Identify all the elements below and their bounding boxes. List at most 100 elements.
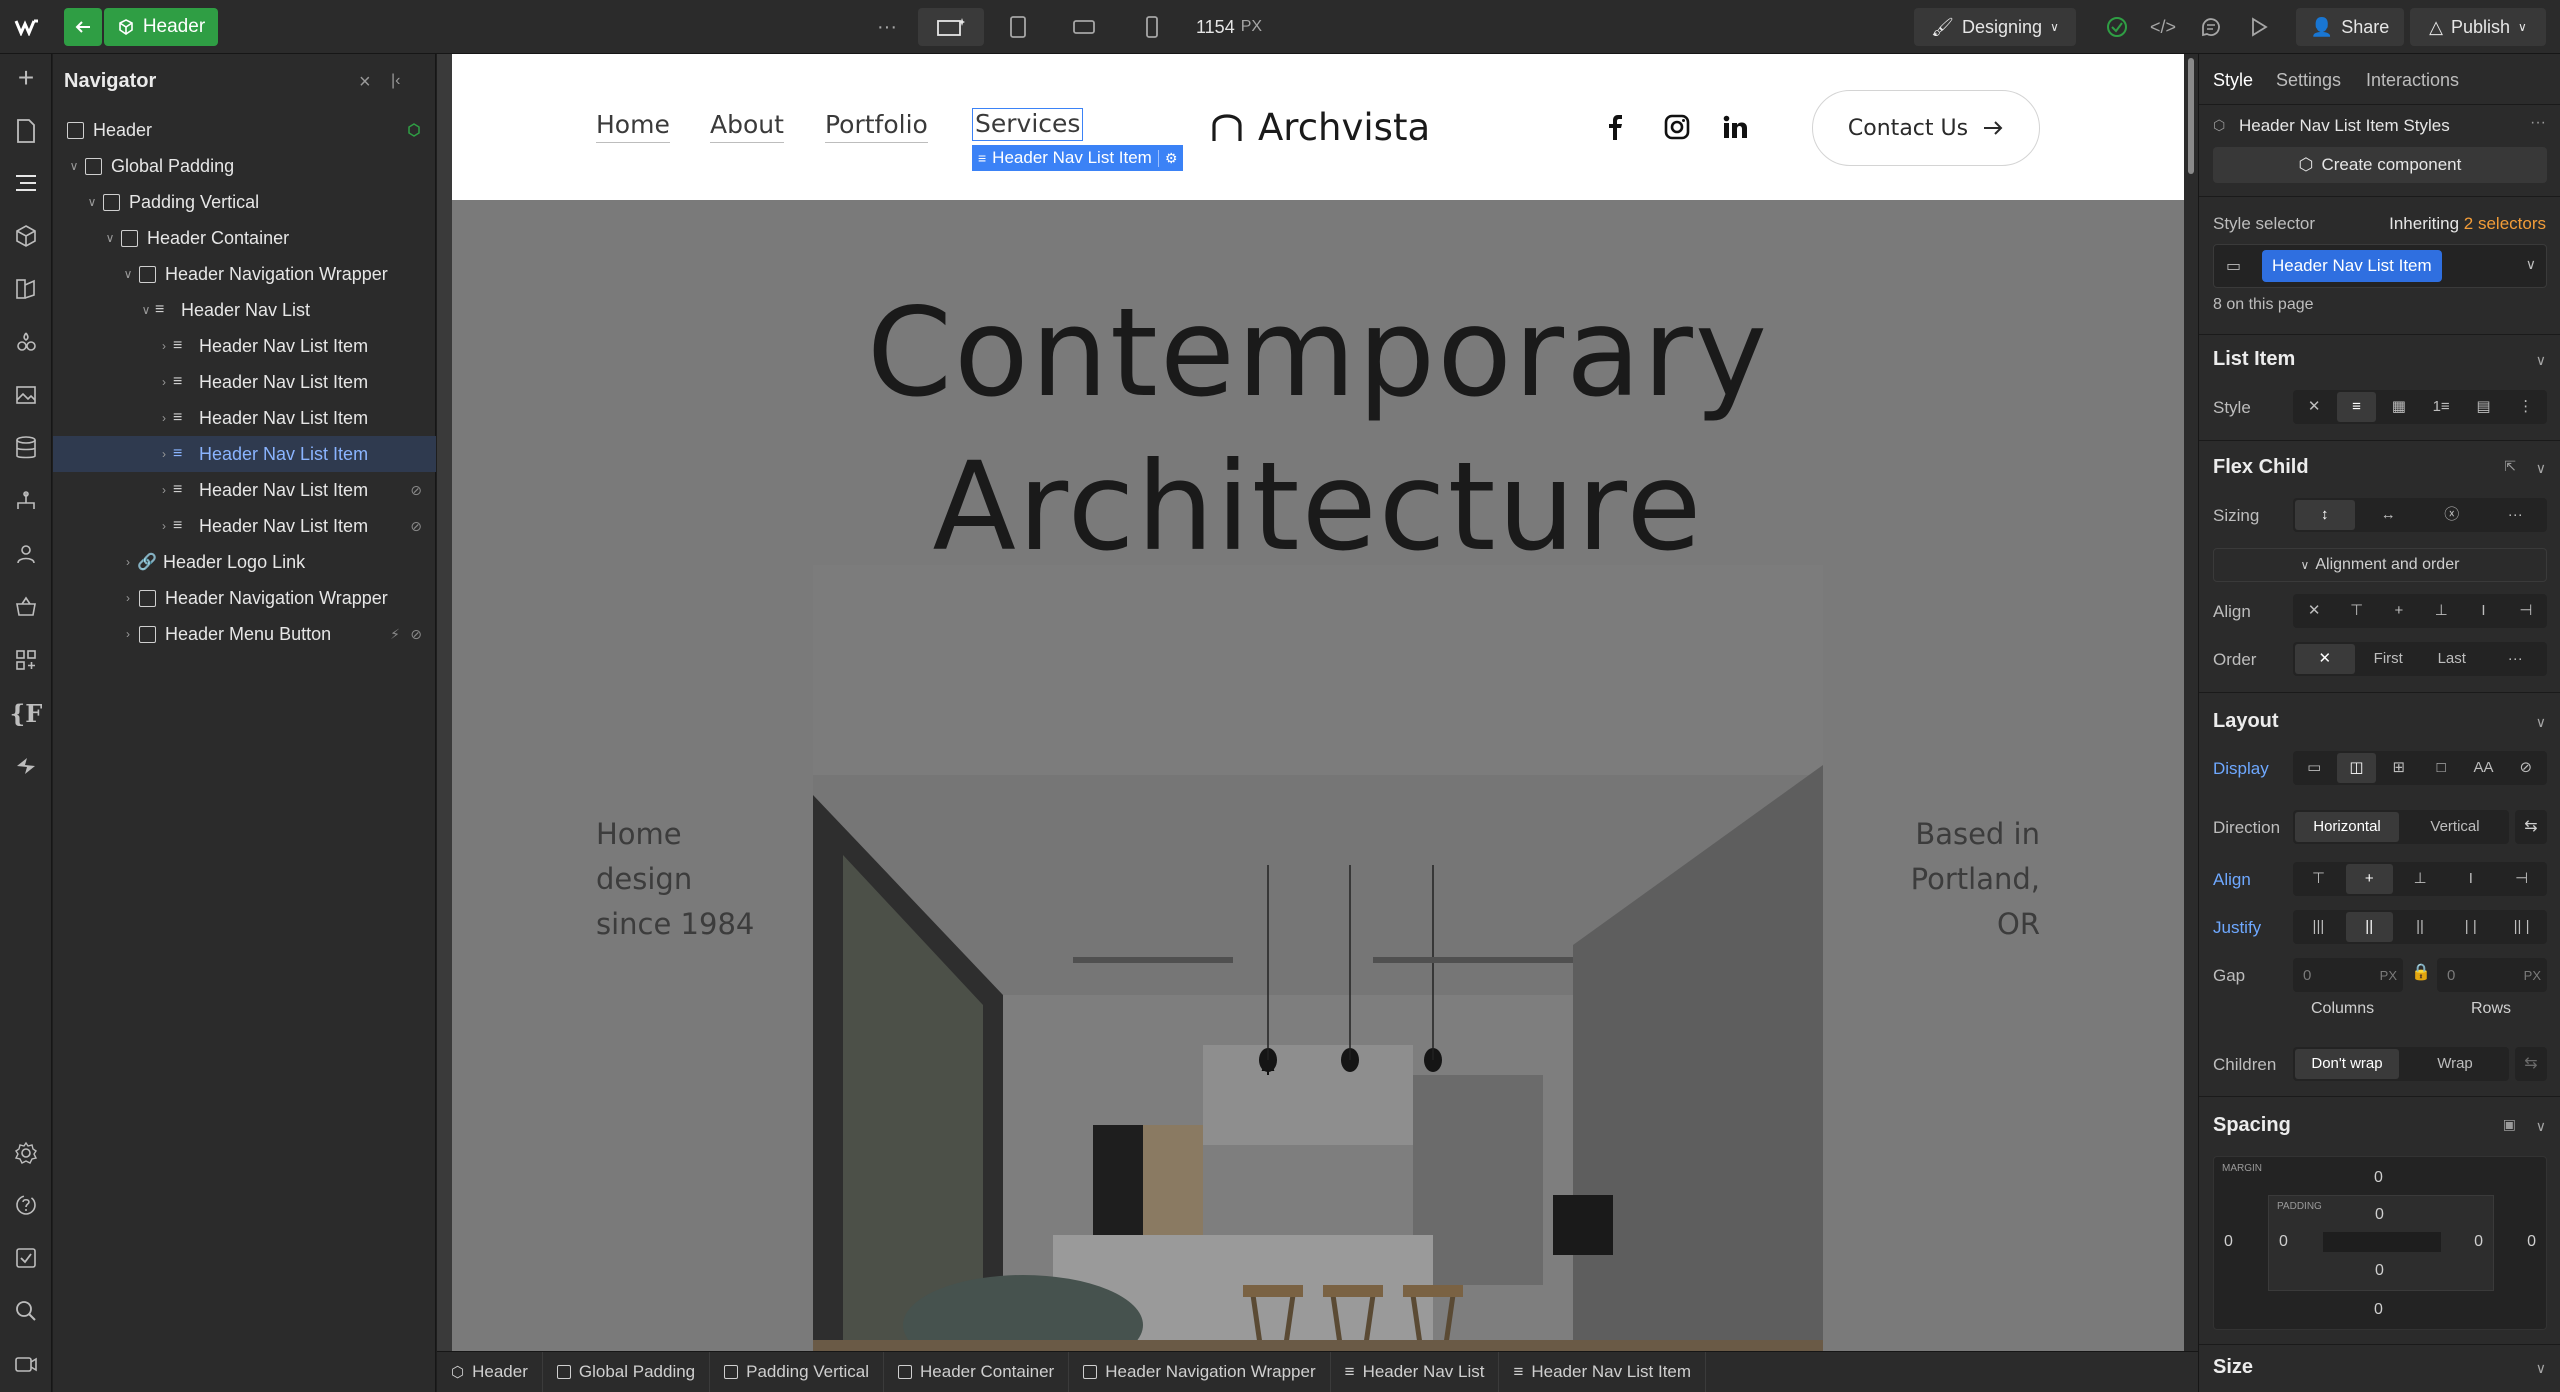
flex-child-align-segmented[interactable]: ✕ ⊤ + ⊥ I ⊣	[2293, 594, 2547, 628]
justify-start-icon[interactable]: |||	[2295, 912, 2342, 942]
wrap-segmented[interactable]: Don't wrap Wrap	[2293, 1047, 2509, 1081]
breadcrumb-item[interactable]: Header Container	[884, 1351, 1070, 1392]
align-top-icon[interactable]: ⊤	[2295, 864, 2342, 894]
align-stretch-icon[interactable]: I	[2447, 864, 2494, 894]
chevron-down-icon[interactable]: ∨	[2536, 460, 2546, 477]
chevron-down-icon[interactable]: ∨	[2536, 1360, 2546, 1377]
chevron-down-icon[interactable]: ∨	[2526, 256, 2536, 273]
settings-icon[interactable]	[12, 1139, 40, 1167]
align-stretch-icon[interactable]: I	[2464, 596, 2502, 626]
chevron-right-icon[interactable]: ›	[121, 627, 135, 641]
spacing-box-model[interactable]: MARGIN 0 0 0 0 PADDING 0 0 0 0	[2213, 1156, 2547, 1330]
webflow-logo-icon[interactable]	[10, 8, 46, 46]
order-none-icon[interactable]: ✕	[2295, 644, 2355, 674]
direction-horizontal[interactable]: Horizontal	[2295, 812, 2399, 842]
styles-icon[interactable]	[12, 328, 40, 356]
help-icon[interactable]	[12, 1191, 40, 1219]
audit-checkbox-icon[interactable]	[12, 1244, 40, 1272]
mobile-landscape-button[interactable]	[1066, 8, 1102, 46]
list-style-disc-icon[interactable]: ≡	[2337, 392, 2376, 422]
tree-row-padding-vertical[interactable]: ∨ Padding Vertical	[53, 184, 436, 220]
align-start-icon[interactable]: ⊤	[2337, 596, 2375, 626]
list-style-alpha-icon[interactable]: ▤	[2464, 392, 2502, 422]
tree-row-header-container[interactable]: ∨ Header Container	[53, 220, 436, 256]
chevron-right-icon[interactable]: ›	[121, 591, 135, 605]
contact-us-button[interactable]: Contact Us	[1812, 90, 2040, 166]
gap-rows-input[interactable]: 0 PX	[2437, 958, 2547, 992]
tree-row-nav-list-item[interactable]: › ≡ Header Nav List Item	[53, 328, 436, 364]
selector-chip[interactable]: Header Nav List Item	[2262, 250, 2442, 282]
justify-end-icon[interactable]: ||	[2397, 912, 2444, 942]
display-flex-icon[interactable]: ◫	[2337, 753, 2376, 783]
close-icon[interactable]: ×	[359, 71, 371, 94]
hero-left-text[interactable]: Home design since 1984	[596, 812, 754, 947]
margin-bottom-value[interactable]: 0	[2374, 1301, 2383, 1319]
list-style-none-icon[interactable]: ✕	[2295, 392, 2333, 422]
wrap[interactable]: Wrap	[2403, 1049, 2507, 1079]
more-icon[interactable]: ···	[2530, 114, 2546, 132]
shrink-icon[interactable]: ↕	[2295, 500, 2355, 530]
align-end-icon[interactable]: ⊥	[2422, 596, 2460, 626]
chevron-down-icon[interactable]: ∨	[67, 159, 81, 173]
mode-dropdown[interactable]: 🖌 Designing ∨	[1914, 8, 2076, 46]
chevron-down-icon[interactable]: ∨	[121, 267, 135, 281]
padding-top-value[interactable]: 0	[2375, 1206, 2384, 1224]
share-button[interactable]: 👤 Share	[2296, 8, 2404, 46]
components-icon[interactable]	[12, 222, 40, 250]
margin-top-value[interactable]: 0	[2374, 1169, 2383, 1187]
chevron-down-icon[interactable]: ∨	[2536, 1118, 2546, 1135]
tab-settings[interactable]: Settings	[2276, 70, 2341, 91]
gear-icon[interactable]: ⚙	[1157, 149, 1177, 167]
reverse-direction-icon[interactable]: ⇆	[2515, 810, 2547, 844]
margin-left-value[interactable]: 0	[2224, 1233, 2233, 1251]
size-section-title[interactable]: Size	[2213, 1356, 2253, 1379]
direction-vertical[interactable]: Vertical	[2403, 812, 2507, 842]
inheriting-info[interactable]: Inheriting 2 selectors	[2389, 214, 2546, 234]
desktop-breakpoint-button[interactable]	[918, 8, 984, 46]
display-grid-icon[interactable]: ⊞	[2380, 753, 2418, 783]
publish-button[interactable]: △ Publish ∨	[2410, 8, 2546, 46]
padding-box[interactable]: PADDING 0 0 0 0	[2268, 1195, 2494, 1291]
assets-icon[interactable]	[12, 381, 40, 409]
tree-row-nav-list-item[interactable]: › ≡ Header Nav List Item ⊘	[53, 472, 436, 508]
nav-link-services-selected[interactable]: Services	[972, 108, 1084, 141]
navigator-icon[interactable]	[12, 169, 40, 197]
plugin-bolt-icon[interactable]	[12, 752, 40, 780]
chevron-right-icon[interactable]: ›	[157, 411, 171, 425]
cms-icon[interactable]	[12, 434, 40, 462]
more-icon[interactable]: ···	[2486, 500, 2546, 530]
tab-style[interactable]: Style	[2213, 70, 2253, 91]
variables-icon[interactable]	[12, 275, 40, 303]
tab-interactions[interactable]: Interactions	[2366, 70, 2459, 91]
justify-segmented[interactable]: ||| |​| || | | || |	[2293, 910, 2547, 944]
tree-row-nav-list-item-selected[interactable]: › ≡ Header Nav List Item	[53, 436, 436, 472]
chevron-right-icon[interactable]: ›	[157, 447, 171, 461]
none-icon[interactable]: ⓧ	[2422, 500, 2482, 530]
selector-state-icon[interactable]: ▭	[2226, 256, 2241, 276]
collapse-panel-icon[interactable]: |‹	[391, 72, 400, 90]
more-icon[interactable]: ···	[2486, 644, 2546, 674]
tablet-breakpoint-button[interactable]	[1000, 8, 1036, 46]
hero-title-line-1[interactable]: Contemporary	[452, 282, 2184, 424]
breadcrumb-item[interactable]: ≡ Header Nav List	[1331, 1351, 1500, 1392]
code-icon[interactable]: </>	[2148, 8, 2178, 46]
nav-link-portfolio[interactable]: Portfolio	[825, 110, 928, 143]
align-none-icon[interactable]: ✕	[2295, 596, 2333, 626]
justify-between-icon[interactable]: | |	[2447, 912, 2494, 942]
instagram-icon[interactable]	[1664, 114, 1690, 140]
component-badge[interactable]: Header	[104, 8, 218, 46]
display-inline-block-icon[interactable]: □	[2422, 753, 2460, 783]
preview-play-icon[interactable]	[2244, 8, 2274, 46]
sizing-segmented[interactable]: ↕ ↔ ⓧ ···	[2293, 498, 2547, 532]
apps-icon[interactable]	[12, 646, 40, 674]
dont-wrap[interactable]: Don't wrap	[2295, 1049, 2399, 1079]
breadcrumb-item[interactable]: Global Padding	[543, 1351, 711, 1392]
finsweet-icon[interactable]: {F	[10, 699, 42, 728]
comments-icon[interactable]	[2196, 8, 2226, 46]
tree-row-header[interactable]: Header	[53, 112, 436, 148]
display-block-icon[interactable]: ▭	[2295, 753, 2333, 783]
selected-element-tag[interactable]: ≡ Header Nav List Item ⚙	[972, 145, 1184, 171]
chevron-down-icon[interactable]: ∨	[2536, 352, 2546, 369]
chevron-right-icon[interactable]: ›	[121, 555, 135, 569]
site-header[interactable]: Home About Portfolio Services ≡ Header N…	[452, 54, 2184, 200]
